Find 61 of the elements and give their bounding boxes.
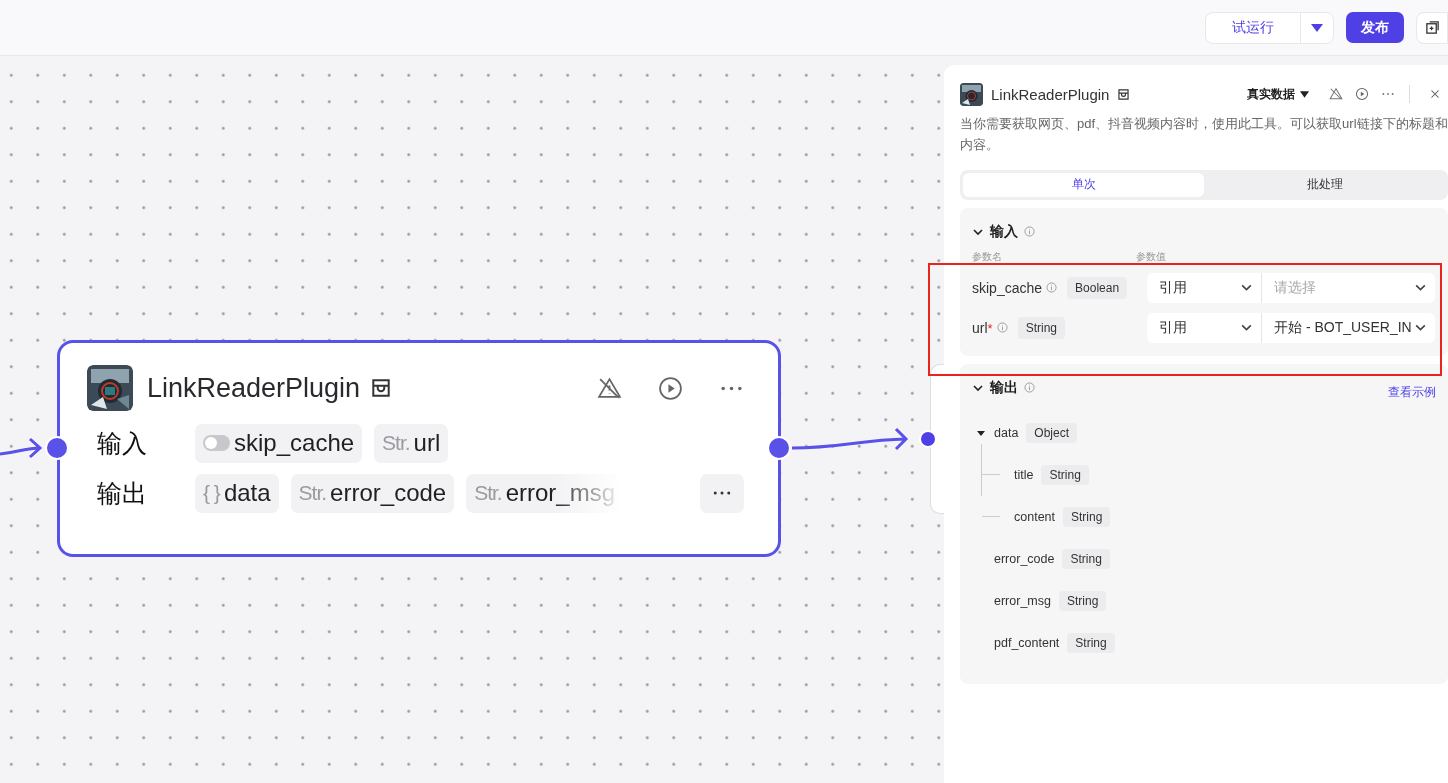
type-tag: Boolean [1067,276,1128,299]
port[interactable] [45,436,69,460]
inputs-label: 输入 [97,427,148,459]
type-tag: String [1062,548,1110,569]
warning-off-icon[interactable] [1329,87,1343,101]
node-title: LinkReaderPlugin [147,372,361,404]
type-tag: String [1041,464,1089,485]
output-name: pdf_content [994,635,1060,650]
tab[interactable]: 批处理 [1204,172,1445,197]
info-icon [996,322,1008,334]
info-icon [1024,382,1035,394]
panel-title: LinkReaderPlugin [991,85,1110,103]
mode-select[interactable]: 引用 [1147,312,1262,343]
value-selector[interactable]: 引用 开始 - BOT_USER_IN [1147,312,1435,343]
section-title: 输入 [990,222,1018,241]
type-tag: String [1017,316,1065,339]
type-tag: String [1058,590,1107,611]
description: 当你需要获取网页、pdf、抖音视频内容时，使用此工具。可以获取url链接下的标题和内容。 [960,115,1448,155]
node-card[interactable]: LinkReaderPlugin 输入 skip_cache Str. url 输出 { } data Str. error_code Str. error_msg [57,340,781,557]
column-header: 参数值 [1136,249,1166,264]
input-chip: skip_cache [195,423,363,463]
more-icon [712,490,732,496]
port[interactable] [919,430,937,448]
section-title: 输出 [990,378,1018,397]
type-tag: Object [1026,422,1078,443]
output-name: error_msg [994,593,1051,608]
output-name: error_code [994,551,1055,566]
connector-arrow [0,437,42,459]
outputs-label: 输出 [97,477,148,509]
add-window-button[interactable] [1416,11,1448,44]
tab[interactable]: 单次 [963,172,1204,197]
caret-icon [1311,23,1323,32]
output-name: title [1014,467,1034,482]
caret-icon [1300,90,1309,98]
info-icon [1046,282,1058,294]
type-tag: String [1067,632,1115,653]
add-window-icon [1424,20,1440,35]
view-example-link[interactable]: 查看示例 [1388,384,1436,402]
output-chip: Str. error_code [290,473,455,513]
warning-off-icon[interactable] [597,375,622,401]
required-mark: * [987,320,993,336]
info-icon [1024,226,1035,238]
param-name: skip_cache [972,279,1043,296]
node-card[interactable] [930,364,944,514]
data-source-dropdown[interactable]: 真实数据 [1247,85,1309,103]
mode-select[interactable]: 引用 [1147,272,1262,303]
param-name: url [972,319,988,336]
output-name: data [994,425,1019,440]
store-icon [370,377,393,399]
value-selector[interactable]: 引用 请选择 [1147,272,1435,303]
output-name: content [1014,509,1055,524]
type-tag: String [1063,506,1111,527]
store-icon [1117,87,1131,101]
column-header: 参数名 [972,249,1003,264]
port[interactable] [767,436,791,460]
play-icon[interactable] [658,375,683,401]
value-select[interactable]: 开始 - BOT_USER_IN [1262,312,1435,343]
output-chip: { } data [195,473,279,513]
input-chip: Str. url [374,423,449,463]
play-icon[interactable] [1355,87,1369,101]
publish-button[interactable]: 发布 [1346,12,1404,43]
